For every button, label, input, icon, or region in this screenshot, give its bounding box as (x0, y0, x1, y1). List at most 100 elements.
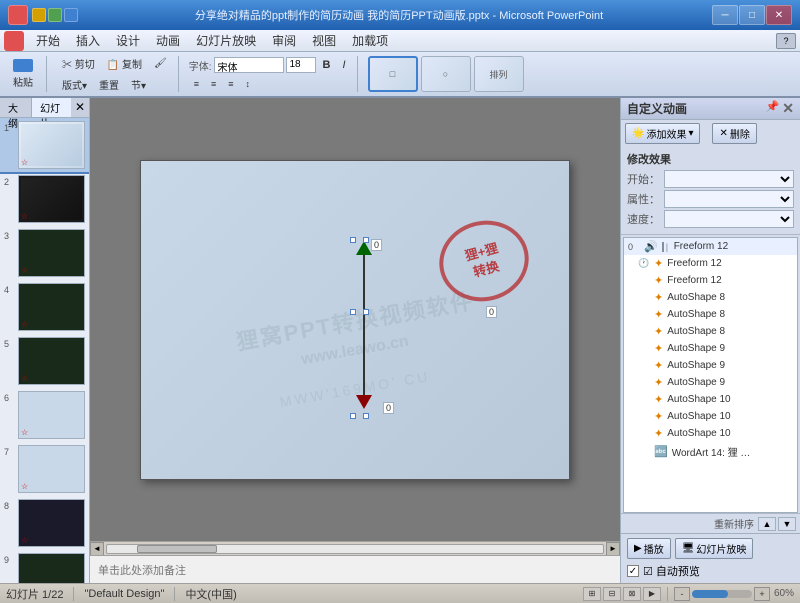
menu-item-view[interactable]: 视图 (304, 30, 344, 51)
toolbar-cut[interactable]: ✂ 剪切 (57, 54, 100, 73)
menu-item-review[interactable]: 审阅 (264, 30, 304, 51)
toolbar-copy[interactable]: 📋 复制 (102, 54, 147, 73)
menu-item-animation[interactable]: 动画 (148, 30, 188, 51)
attr-select[interactable] (664, 190, 794, 208)
zoom-control: - + 60% (674, 587, 794, 601)
effect-item-4[interactable]: ✦ AutoShape 8 (624, 306, 797, 323)
effect-item-7[interactable]: ✦ AutoShape 9 (624, 357, 797, 374)
slide-thumb-8[interactable]: 8 ☆ (0, 496, 89, 550)
effect-item-3[interactable]: ✦ AutoShape 8 (624, 289, 797, 306)
attr-label: 属性： (627, 191, 660, 207)
slide-thumb-6[interactable]: 6 ☆ (0, 388, 89, 442)
zoom-out-btn[interactable]: - (674, 587, 690, 601)
lang-info: 中文(中国) (185, 586, 236, 602)
font-bold[interactable]: B (318, 56, 336, 74)
font-italic[interactable]: I (337, 56, 350, 74)
status-bar: 幻灯片 1/22 "Default Design" 中文(中国) ⊞ ⊟ ⊠ ▶… (0, 583, 800, 603)
canvas-num-right: 0 (486, 306, 497, 318)
slide-panel: 大纲 幻灯片 ✕ 1 ☆ 2 (0, 98, 90, 583)
h-scrollbar[interactable]: ◄ ► (90, 541, 620, 555)
play-button[interactable]: ▶ 播放 (627, 538, 671, 559)
slide-thumb-5[interactable]: 5 ☆ (0, 334, 89, 388)
shape-circle[interactable]: ○ (421, 56, 471, 92)
zoom-in-btn[interactable]: + (754, 587, 770, 601)
h-scrollbar-thumb[interactable] (137, 545, 217, 553)
speed-select[interactable] (664, 210, 794, 228)
help-button[interactable]: ? (776, 33, 796, 49)
toolbar-format[interactable]: 🖌 (149, 54, 172, 73)
effect-item-0[interactable]: 0 🔊 | Freeform 12 (624, 238, 797, 255)
scroll-left-btn[interactable]: ◄ (90, 542, 104, 556)
start-select[interactable] (664, 170, 794, 188)
delete-effect-button[interactable]: ✕ 删除 (712, 123, 756, 144)
align-left[interactable]: ≡ (189, 76, 204, 92)
menu-item-addons[interactable]: 加载项 (344, 30, 396, 51)
effect-item-12[interactable]: 🔤 WordArt 14: 狸 … (624, 442, 797, 461)
effect-item-1[interactable]: 🕐 ✦ Freeform 12 (624, 255, 797, 272)
view-buttons: ⊞ ⊟ ⊠ ▶ (583, 587, 661, 601)
close-button[interactable]: ✕ (766, 5, 792, 25)
effect-item-11[interactable]: ✦ AutoShape 10 (624, 425, 797, 442)
view-slide-sorter[interactable]: ⊟ (603, 587, 621, 601)
canvas-arrow (356, 241, 372, 409)
panel-tab-outline[interactable]: 大纲 (0, 98, 32, 117)
slide-thumb-4[interactable]: 4 ☆ (0, 280, 89, 334)
effect-item-10[interactable]: ✦ AutoShape 10 (624, 408, 797, 425)
menu-item-insert[interactable]: 插入 (68, 30, 108, 51)
panel-close-btn[interactable]: ✕ (782, 100, 794, 117)
canvas-scroll[interactable]: 狸窝PPT转换视频软件 www.leawo.cn MWW'169MO' CU 狸… (90, 98, 620, 541)
shape-arrange[interactable]: 排列 (474, 56, 524, 92)
slide-thumb-3[interactable]: 3 ☆ (0, 226, 89, 280)
panel-pin-btn[interactable]: 📌 (766, 100, 780, 117)
start-label: 开始： (627, 171, 660, 187)
line-spacing[interactable]: ↕ (241, 76, 256, 92)
toolbar-layout[interactable]: 版式▾ (57, 75, 92, 94)
scroll-right-btn[interactable]: ► (606, 542, 620, 556)
delete-label: 删除 (730, 126, 750, 141)
view-slideshow[interactable]: ▶ (643, 587, 661, 601)
main-outer: 粘贴 ✂ 剪切 📋 复制 🖌 版式▾ 重置 节▾ 字体: 宋体 (0, 52, 800, 583)
effect-list-scroll[interactable]: 0 🔊 | Freeform 12 🕐 ✦ Freeform 12 ✦ (624, 238, 797, 512)
align-center[interactable]: ≡ (206, 76, 221, 92)
reorder-up-btn[interactable]: ▲ (758, 517, 776, 531)
auto-preview-checkbox[interactable]: ✓ (627, 565, 639, 577)
menu-item-design[interactable]: 设计 (108, 30, 148, 51)
shape-rect[interactable]: □ (368, 56, 418, 92)
play-label: 播放 (644, 541, 664, 556)
menu-item-start[interactable]: 开始 (28, 30, 68, 51)
add-effect-button[interactable]: 🌟 添加效果 ▾ (625, 123, 700, 144)
effect-icon-0: 🔊 (644, 240, 658, 253)
speed-row: 速度： (627, 210, 794, 228)
title-bar: 分享绝对精品的ppt制作的简历动画 我的简历PPT动画版.pptx - Micr… (0, 0, 800, 30)
reorder-down-btn[interactable]: ▼ (778, 517, 796, 531)
slide-info: 幻灯片 1/22 (6, 586, 63, 602)
effect-item-2[interactable]: ✦ Freeform 12 (624, 272, 797, 289)
notes-area[interactable]: 单击此处添加备注 (90, 555, 620, 583)
view-reading[interactable]: ⊠ (623, 587, 641, 601)
panel-tab-slides[interactable]: 幻灯片 (32, 98, 71, 117)
effect-item-5[interactable]: ✦ AutoShape 8 (624, 323, 797, 340)
toolbar-reset[interactable]: 重置 (94, 75, 124, 94)
start-row: 开始： (627, 170, 794, 188)
slide-thumb-7[interactable]: 7 ☆ (0, 442, 89, 496)
slide-thumb-1[interactable]: 1 ☆ (0, 118, 89, 172)
view-normal[interactable]: ⊞ (583, 587, 601, 601)
effect-item-9[interactable]: ✦ AutoShape 10 (624, 391, 797, 408)
slideshow-button[interactable]: 🖥 幻灯片放映 (675, 538, 754, 559)
menu-item-slideshow[interactable]: 幻灯片放映 (188, 30, 264, 51)
align-right[interactable]: ≡ (223, 76, 238, 92)
panel-close-icon[interactable]: ✕ (71, 98, 89, 117)
maximize-button[interactable]: □ (739, 5, 765, 25)
main-content: 大纲 幻灯片 ✕ 1 ☆ 2 (0, 98, 800, 583)
canvas-watermark-bg: MWW'169MO' CU (279, 368, 432, 410)
toolbar-section[interactable]: 节▾ (126, 75, 151, 94)
effect-item-6[interactable]: ✦ AutoShape 9 (624, 340, 797, 357)
toolbar-paste[interactable]: 粘贴 (6, 56, 40, 92)
minimize-button[interactable]: ─ (712, 5, 738, 25)
window-title: 分享绝对精品的ppt制作的简历动画 我的简历PPT动画版.pptx - Micr… (86, 7, 712, 23)
slide-thumb-9[interactable]: 9 ☆ (0, 550, 89, 583)
effect-item-8[interactable]: ✦ AutoShape 9 (624, 374, 797, 391)
zoom-track[interactable] (692, 590, 752, 598)
slide-thumb-2[interactable]: 2 ☆ (0, 172, 89, 226)
panel-title: 自定义动画 (627, 100, 687, 117)
